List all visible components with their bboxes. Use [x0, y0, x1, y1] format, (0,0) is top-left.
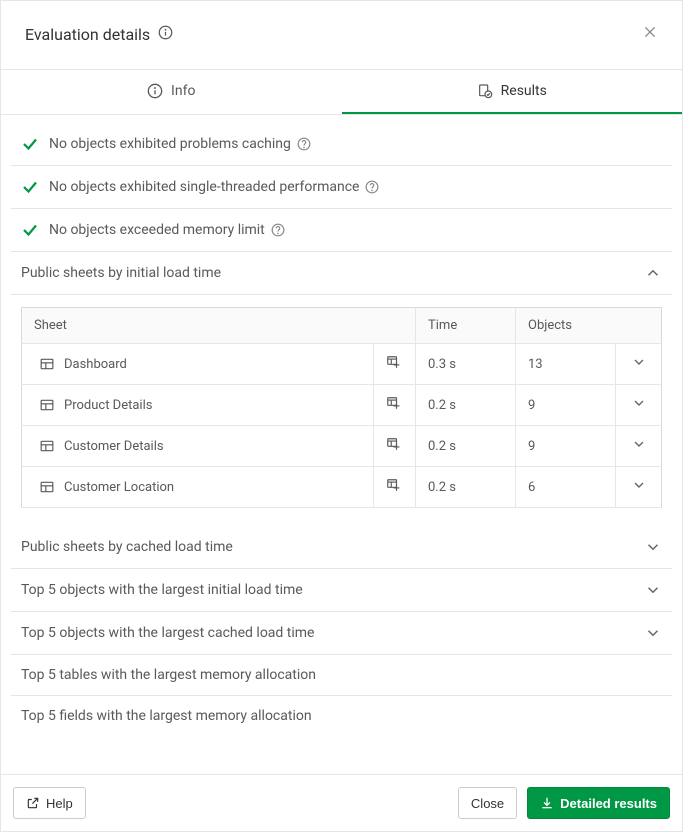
- open-sheet-icon[interactable]: [386, 437, 400, 451]
- sheet-name: Product Details: [64, 398, 152, 413]
- close-icon[interactable]: [638, 19, 662, 49]
- detailed-results-label: Detailed results: [560, 796, 657, 811]
- tab-info[interactable]: Info: [1, 70, 342, 114]
- section-public-initial-label: Public sheets by initial load time: [21, 265, 221, 281]
- status-single-threaded: No objects exhibited single-threaded per…: [11, 166, 672, 209]
- section-top5-tables-label: Top 5 tables with the largest memory all…: [21, 667, 316, 683]
- header-left: Evaluation details: [25, 25, 173, 44]
- external-link-icon: [26, 796, 40, 810]
- open-sheet-icon[interactable]: [386, 396, 400, 410]
- th-sheet: Sheet: [22, 308, 416, 344]
- section-public-initial[interactable]: Public sheets by initial load time: [11, 252, 672, 295]
- sheet-name: Customer Details: [64, 439, 164, 454]
- chevron-down-icon: [644, 538, 662, 556]
- sheet-name: Customer Location: [64, 480, 174, 495]
- chevron-up-icon: [644, 264, 662, 282]
- close-button[interactable]: Close: [458, 787, 517, 819]
- tab-results-label: Results: [501, 83, 547, 99]
- section-top5-cached-label: Top 5 objects with the largest cached lo…: [21, 625, 314, 641]
- expand-row-icon[interactable]: [628, 354, 649, 370]
- dialog-header: Evaluation details: [1, 1, 682, 69]
- detailed-results-button[interactable]: Detailed results: [527, 787, 670, 819]
- status-single-threaded-text: No objects exhibited single-threaded per…: [49, 179, 359, 195]
- close-button-label: Close: [471, 796, 504, 811]
- info-tab-icon: [147, 83, 163, 99]
- table-row: Product Details 0.2 s9: [22, 385, 662, 426]
- section-top5-tables[interactable]: Top 5 tables with the largest memory all…: [11, 655, 672, 696]
- section-public-cached-label: Public sheets by cached load time: [21, 539, 233, 555]
- help-icon[interactable]: [297, 137, 311, 151]
- help-icon[interactable]: [271, 223, 285, 237]
- chevron-down-icon: [644, 624, 662, 642]
- content-area: No objects exhibited problems caching No…: [1, 115, 682, 774]
- sheet-icon: [40, 481, 54, 493]
- time-cell: 0.2 s: [416, 467, 516, 508]
- time-cell: 0.2 s: [416, 385, 516, 426]
- check-icon: [21, 221, 39, 239]
- table-row: Customer Location 0.2 s6: [22, 467, 662, 508]
- objects-cell: 6: [516, 467, 616, 508]
- sheet-icon: [40, 440, 54, 452]
- section-top5-initial-label: Top 5 objects with the largest initial l…: [21, 582, 303, 598]
- th-objects: Objects: [516, 308, 662, 344]
- section-top5-fields[interactable]: Top 5 fields with the largest memory all…: [11, 696, 672, 736]
- sheet-icon: [40, 358, 54, 370]
- expand-row-icon[interactable]: [628, 477, 649, 493]
- status-caching: No objects exhibited problems caching: [11, 115, 672, 166]
- help-button-label: Help: [46, 796, 73, 811]
- tab-results[interactable]: Results: [342, 70, 683, 114]
- status-memory-limit-text: No objects exceeded memory limit: [49, 222, 265, 238]
- help-button[interactable]: Help: [13, 787, 86, 819]
- sheets-table: Sheet Time Objects Dashboard0.3 s13Produ…: [21, 307, 662, 508]
- time-cell: 0.2 s: [416, 426, 516, 467]
- section-public-initial-body: Sheet Time Objects Dashboard0.3 s13Produ…: [11, 295, 672, 526]
- help-icon[interactable]: [365, 180, 379, 194]
- expand-row-icon[interactable]: [628, 436, 649, 452]
- th-time: Time: [416, 308, 516, 344]
- table-row: Dashboard 0.3 s13: [22, 344, 662, 385]
- tabs: Info Results: [1, 69, 682, 115]
- dialog-footer: Help Close Detailed results: [1, 774, 682, 831]
- open-sheet-icon[interactable]: [386, 478, 400, 492]
- dialog-title: Evaluation details: [25, 25, 150, 44]
- results-tab-icon: [477, 83, 493, 99]
- section-public-cached[interactable]: Public sheets by cached load time: [11, 526, 672, 569]
- check-icon: [21, 135, 39, 153]
- objects-cell: 9: [516, 385, 616, 426]
- status-memory-limit: No objects exceeded memory limit: [11, 209, 672, 252]
- check-icon: [21, 178, 39, 196]
- chevron-down-icon: [644, 581, 662, 599]
- section-top5-cached[interactable]: Top 5 objects with the largest cached lo…: [11, 612, 672, 655]
- info-icon[interactable]: [158, 25, 173, 44]
- expand-row-icon[interactable]: [628, 395, 649, 411]
- objects-cell: 9: [516, 426, 616, 467]
- download-icon: [540, 796, 554, 810]
- objects-cell: 13: [516, 344, 616, 385]
- sheet-name: Dashboard: [64, 357, 127, 372]
- time-cell: 0.3 s: [416, 344, 516, 385]
- section-top5-initial[interactable]: Top 5 objects with the largest initial l…: [11, 569, 672, 612]
- evaluation-details-dialog: Evaluation details Info Results: [0, 0, 683, 832]
- tab-info-label: Info: [171, 83, 195, 99]
- status-caching-text: No objects exhibited problems caching: [49, 136, 291, 152]
- sheet-icon: [40, 399, 54, 411]
- open-sheet-icon[interactable]: [386, 355, 400, 369]
- table-row: Customer Details 0.2 s9: [22, 426, 662, 467]
- section-top5-fields-label: Top 5 fields with the largest memory all…: [21, 708, 312, 724]
